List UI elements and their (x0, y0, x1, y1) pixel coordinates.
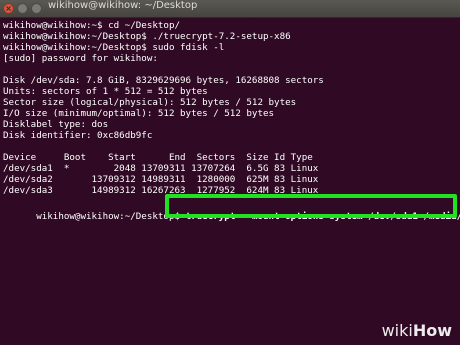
command-highlight-box (165, 194, 457, 218)
terminal-line: I/O size (minimum/optimal): 512 bytes / … (3, 108, 275, 119)
terminal-line: Disk identifier: 0xc86db9fc (3, 130, 153, 141)
wikihow-watermark: wikiHow (382, 321, 452, 340)
close-button[interactable]: × (3, 3, 14, 14)
terminal-line: /dev/sda2 13709312 14989311 1280000 625M… (3, 174, 319, 185)
terminal-line: [sudo] password for wikihow: (3, 53, 158, 64)
terminal-line: Units: sectors of 1 * 512 = 512 bytes (3, 86, 208, 97)
title-bar: × wikihow@wikihow: ~/Desktop (0, 0, 460, 18)
terminal-line: Disklabel type: dos (3, 119, 109, 130)
terminal-area[interactable]: wikihow@wikihow:~$ cd ~/Desktop/ wikihow… (0, 18, 460, 345)
terminal-line: wikihow@wikihow:~/Desktop$ ./truecrypt-7… (3, 31, 291, 42)
terminal-line: Disk /dev/sda: 7.8 GiB, 8329629696 bytes… (3, 75, 324, 86)
close-icon: × (5, 4, 12, 13)
watermark-part1: wiki (381, 321, 413, 340)
watermark-part2: How (412, 321, 452, 340)
maximize-button[interactable] (31, 3, 42, 14)
terminal-window: × wikihow@wikihow: ~/Desktop wikihow@wik… (0, 0, 460, 345)
minimize-button[interactable] (17, 3, 28, 14)
terminal-line: Sector size (logical/physical): 512 byte… (3, 97, 297, 108)
terminal-line: Device Boot Start End Sectors Size Id Ty… (3, 152, 313, 163)
window-title: wikihow@wikihow: ~/Desktop (48, 0, 198, 11)
terminal-line: wikihow@wikihow:~/Desktop$ sudo fdisk -l (3, 42, 225, 53)
prompt: wikihow@wikihow:~/Desktop$ (36, 211, 186, 222)
terminal-line: wikihow@wikihow:~$ cd ~/Desktop/ (3, 20, 181, 31)
terminal-line: /dev/sda1 * 2048 13709311 13707264 6.5G … (3, 163, 319, 174)
